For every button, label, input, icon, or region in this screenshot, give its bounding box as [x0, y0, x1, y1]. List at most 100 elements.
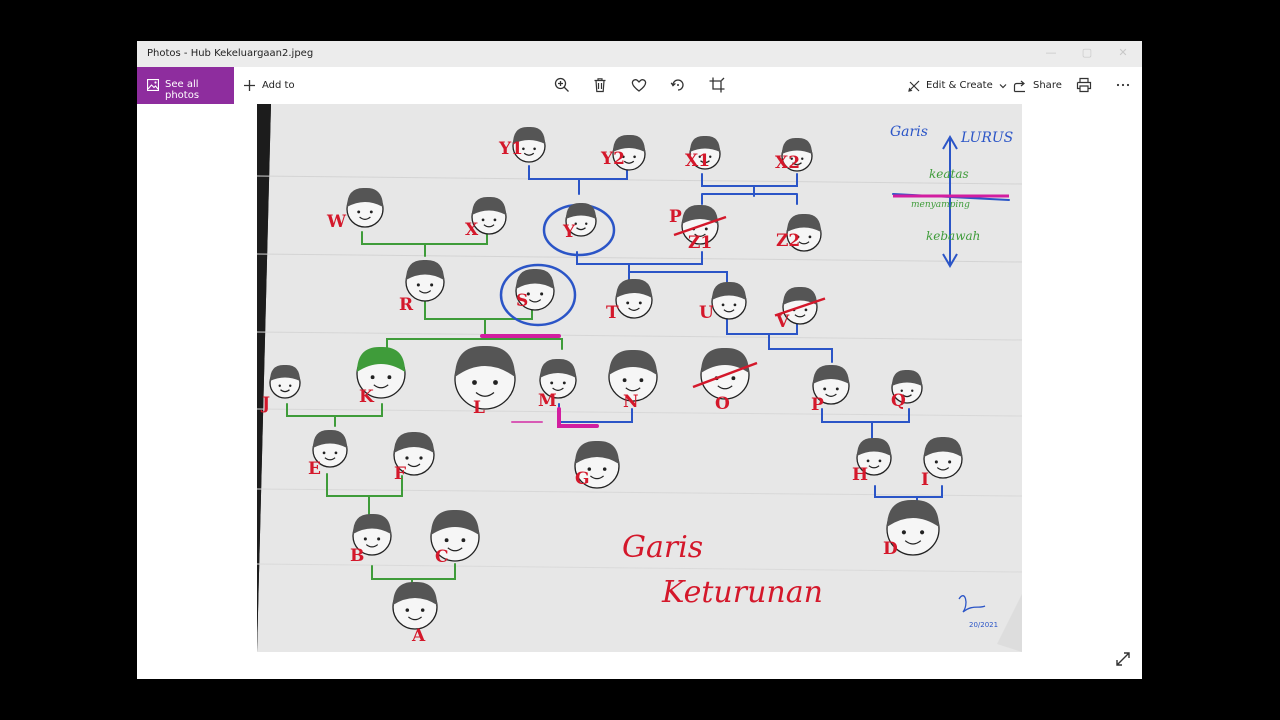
window-title: Photos - Hub Kekeluargaan2.jpeg: [147, 48, 314, 59]
caption-line1: Garis: [622, 530, 703, 565]
share-label: Share: [1033, 80, 1062, 91]
eye-g-1: [602, 467, 607, 471]
crop-icon[interactable]: [708, 76, 726, 94]
eye-e-1: [334, 451, 338, 455]
label-p: P: [811, 395, 824, 415]
label-s: S: [516, 291, 528, 311]
legend-down: kebawah: [926, 229, 980, 243]
eye-y-1: [585, 222, 588, 225]
more-icon[interactable]: [1114, 76, 1132, 94]
signature-date: 20/2021: [969, 621, 998, 629]
edit-create-label: Edit & Create: [926, 80, 993, 91]
eye-m-0: [550, 381, 554, 385]
trash-icon[interactable]: [591, 76, 609, 94]
zoom-in-icon[interactable]: [553, 76, 571, 94]
label-m: M: [538, 391, 557, 411]
photos-window: Photos - Hub Kekeluargaan2.jpeg — ▢ ✕ Se…: [137, 41, 1142, 679]
eye-c-0: [444, 538, 449, 543]
eye-b-1: [377, 537, 381, 541]
eye-s-1: [540, 292, 544, 296]
label-y1: Y1: [498, 139, 523, 159]
legend-side: menyamping: [911, 200, 970, 210]
label-y2: Y2: [600, 149, 625, 169]
add-to-button[interactable]: Add to: [243, 67, 295, 104]
eye-j-0: [278, 384, 281, 387]
rotate-icon[interactable]: [669, 76, 687, 94]
eye-j-1: [289, 384, 292, 387]
label-b: B: [350, 546, 364, 566]
label-g: G: [575, 469, 590, 489]
plus-icon: [244, 80, 255, 91]
label-h: H: [852, 465, 868, 485]
eye-h-1: [878, 459, 882, 463]
person-z1: Z1: [688, 233, 712, 253]
label-z2: Z2: [776, 231, 800, 251]
eye-r-1: [430, 283, 434, 287]
legend-up: keatas: [929, 167, 969, 181]
eye-m-1: [562, 381, 566, 385]
expand-icon[interactable]: [1115, 651, 1131, 667]
eye-y2-1: [633, 155, 636, 159]
eye-p-0: [823, 387, 827, 391]
legend-title-right: LURUS: [960, 130, 1013, 146]
eye-q-1: [911, 389, 914, 392]
eye-d-0: [901, 530, 906, 535]
eye-z2-1: [808, 235, 812, 239]
photo-canvas: Y1 Y2 X1 X2 W X Y P Z1 Z2 R S T U V J K L M N O P Q E F G H I B C D A G…: [257, 104, 1022, 652]
caption-line2: Keturunan: [661, 575, 823, 610]
label-o: O: [715, 394, 730, 414]
eye-n-0: [622, 378, 627, 383]
eye-h-0: [866, 459, 870, 463]
eye-t-1: [638, 301, 642, 305]
label-j: J: [260, 394, 270, 414]
person-g: G: [574, 440, 620, 489]
share-button[interactable]: Share: [1013, 67, 1062, 104]
eye-u-1: [733, 303, 737, 307]
eye-v-1: [804, 308, 808, 312]
label-a: A: [411, 626, 426, 646]
eye-r-0: [416, 283, 420, 287]
eye-d-1: [920, 530, 925, 535]
eye-a-0: [405, 608, 410, 612]
print-icon[interactable]: [1075, 76, 1093, 94]
eye-c-1: [461, 538, 466, 543]
eye-i-1: [948, 460, 952, 464]
photos-icon: [147, 79, 159, 91]
eye-e-0: [322, 451, 326, 455]
eye-f-0: [405, 456, 409, 460]
eye-x-0: [481, 218, 485, 222]
eye-i-0: [934, 460, 938, 464]
eye-w-0: [357, 210, 361, 214]
heart-icon[interactable]: [630, 76, 648, 94]
maximize-button[interactable]: ▢: [1078, 45, 1096, 61]
label-y: Y: [562, 222, 576, 242]
eye-x-1: [493, 218, 497, 222]
edit-create-button[interactable]: Edit & Create: [907, 67, 1008, 104]
eye-l-1: [493, 380, 498, 385]
title-bar: Photos - Hub Kekeluargaan2.jpeg — ▢ ✕: [137, 41, 1142, 67]
close-button[interactable]: ✕: [1114, 45, 1132, 61]
label-d: D: [883, 539, 898, 559]
see-all-photos-button[interactable]: See all photos: [137, 67, 234, 104]
label-t: T: [606, 303, 619, 323]
eye-f-1: [419, 456, 423, 460]
person-s: S: [515, 268, 555, 311]
eye-k-0: [370, 375, 375, 380]
eye-x2-1: [801, 157, 804, 160]
legend-title-left: Garis: [890, 124, 928, 140]
label-u: U: [699, 303, 714, 323]
see-all-photos-label: See all photos: [165, 79, 200, 101]
chevron-down-icon: [999, 83, 1007, 88]
eye-u-0: [721, 303, 725, 307]
eye-b-0: [363, 537, 367, 541]
toolbar: See all photos Add to Edit & Create Shar…: [137, 67, 1142, 104]
eye-n-1: [639, 378, 644, 383]
label-r: R: [399, 295, 414, 315]
label-e: E: [308, 459, 321, 479]
label-p-top: P: [669, 207, 682, 227]
eye-t-0: [626, 301, 630, 305]
label-k: K: [359, 387, 375, 407]
eye-p-1: [835, 387, 839, 391]
minimize-button[interactable]: —: [1042, 45, 1060, 61]
eye-a-1: [420, 608, 425, 612]
